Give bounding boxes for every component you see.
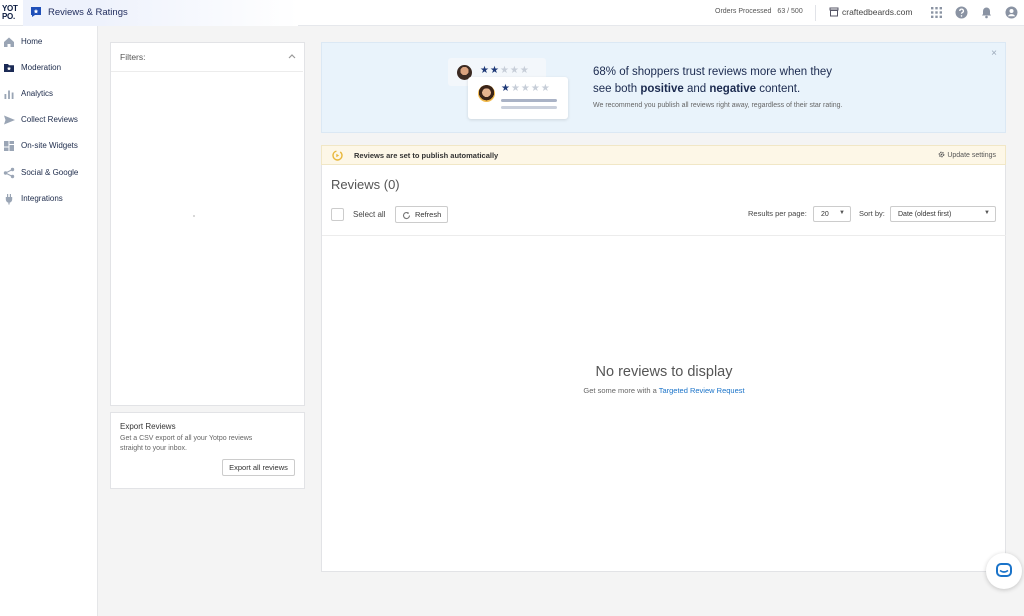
send-icon <box>4 115 15 125</box>
sidebar-item-home[interactable]: Home <box>0 32 98 52</box>
analytics-icon <box>4 90 14 99</box>
help-icon[interactable] <box>955 6 968 19</box>
sidebar-item-analytics[interactable]: Analytics <box>0 84 98 104</box>
orders-processed-value: 63 / 500 <box>777 8 803 15</box>
results-per-page-select[interactable]: 20 ▼ <box>813 206 851 222</box>
filters-panel: Filters: <box>110 42 305 406</box>
auto-publish-icon <box>332 150 343 161</box>
gear-icon <box>938 151 945 158</box>
share-icon <box>3 167 15 179</box>
chevron-up-icon[interactable] <box>288 53 296 59</box>
promo-banner: ★★★★★ ★★★★★ 68% of shoppers trust review… <box>321 42 1006 133</box>
reviewer-avatar <box>478 85 495 102</box>
divider <box>111 71 303 72</box>
app-header-fade <box>98 0 298 26</box>
empty-state-text: Get some more with a <box>583 386 659 395</box>
header-divider <box>815 5 816 21</box>
banner-headline-line2: see both positive and negative content. <box>593 83 800 95</box>
sort-by-label: Sort by: <box>859 209 885 218</box>
sidebar-item-label: Collect Reviews <box>21 115 78 124</box>
banner-text: content. <box>756 83 801 95</box>
banner-emphasis-negative: negative <box>709 83 757 95</box>
banner-recommendation: We recommend you publish all reviews rig… <box>593 102 843 109</box>
targeted-review-request-link[interactable]: Targeted Review Request <box>659 386 745 395</box>
update-settings-label: Update settings <box>947 152 996 159</box>
reviews-panel: Reviews (0) Select all Refresh Results p… <box>321 165 1006 572</box>
sidebar-item-social-google[interactable]: Social & Google <box>0 163 98 183</box>
apps-grid-icon[interactable] <box>930 6 943 19</box>
widgets-icon <box>4 141 14 151</box>
notifications-bell-icon[interactable] <box>980 6 993 19</box>
banner-text: see both <box>593 83 641 95</box>
banner-headline-line1: 68% of shoppers trust reviews more when … <box>593 66 833 78</box>
moderation-icon <box>4 64 14 72</box>
chat-bubble-icon <box>996 563 1012 577</box>
publish-notice-text: Reviews are set to publish automatically <box>354 151 499 160</box>
orders-processed-label: Orders Processed <box>715 8 772 15</box>
export-description: Get a CSV export of all your Yotpo revie… <box>120 435 253 452</box>
text-placeholder-bar <box>501 99 557 102</box>
app-title[interactable]: Reviews & Ratings <box>48 7 128 18</box>
loading-indicator <box>193 215 195 217</box>
refresh-button[interactable]: Refresh <box>395 206 448 223</box>
banner-emphasis-positive: positive <box>640 83 684 95</box>
logo-text-bottom: PO. <box>2 12 15 21</box>
text-placeholder-bar <box>501 106 557 109</box>
reviews-app-icon <box>31 7 41 17</box>
close-icon[interactable]: × <box>991 48 997 59</box>
filters-title: Filters: <box>120 52 146 62</box>
store-selector[interactable]: craftedbeards.com <box>829 7 912 17</box>
empty-state-subtitle: Get some more with a Targeted Review Req… <box>322 386 1006 395</box>
sidebar-item-label: Moderation <box>21 63 62 72</box>
sidebar-item-integrations[interactable]: Integrations <box>0 189 98 209</box>
results-per-page-label: Results per page: <box>748 209 807 218</box>
sidebar-item-moderation[interactable]: Moderation <box>0 58 98 78</box>
reviews-title: Reviews (0) <box>331 177 400 192</box>
update-settings-link[interactable]: Update settings <box>938 151 996 159</box>
sidebar-item-on-site-widgets[interactable]: On-site Widgets <box>0 136 98 156</box>
divider <box>322 235 1006 236</box>
user-avatar-icon[interactable] <box>1005 6 1018 19</box>
sidebar-item-label: Social & Google <box>21 168 79 177</box>
sort-by-value: Date (oldest first) <box>898 211 952 218</box>
store-icon <box>829 7 839 17</box>
caret-down-icon: ▼ <box>839 210 845 216</box>
results-per-page-value: 20 <box>821 211 829 218</box>
review-card-illustration-front: ★★★★★ <box>468 77 568 119</box>
refresh-icon <box>402 211 411 220</box>
caret-down-icon: ▼ <box>984 210 990 216</box>
top-bar: YOT PO. Reviews & Ratings Orders Process… <box>0 0 1024 26</box>
sidebar-item-label: Integrations <box>21 194 63 203</box>
export-all-reviews-button[interactable]: Export all reviews <box>222 459 295 476</box>
banner-text: and <box>683 83 710 95</box>
sort-by-select[interactable]: Date (oldest first) ▼ <box>890 206 996 222</box>
sidebar-item-collect-reviews[interactable]: Collect Reviews <box>0 110 98 130</box>
orders-processed: Orders Processed 63 / 500 <box>715 8 803 15</box>
select-all-checkbox[interactable] <box>331 208 344 221</box>
sidebar-item-label: On-site Widgets <box>21 141 78 150</box>
sidebar-item-label: Home <box>21 37 43 46</box>
plug-icon <box>5 194 13 205</box>
star-rating-2: ★★★★★ <box>480 65 530 76</box>
store-name: craftedbeards.com <box>842 7 913 17</box>
sidebar: Home Moderation Analytics Collect Review… <box>0 26 98 616</box>
yotpo-logo[interactable]: YOT PO. <box>0 0 23 26</box>
sidebar-item-label: Analytics <box>21 89 54 98</box>
chat-launcher-button[interactable] <box>986 553 1022 589</box>
empty-state-title: No reviews to display <box>595 364 733 380</box>
star-rating-1: ★★★★★ <box>501 83 551 94</box>
refresh-label: Refresh <box>415 210 442 219</box>
home-icon <box>4 37 14 47</box>
export-panel: Export Reviews Get a CSV export of all y… <box>110 412 305 489</box>
select-all-label[interactable]: Select all <box>353 210 385 219</box>
export-title: Export Reviews <box>120 422 176 431</box>
publish-notice: Reviews are set to publish automatically… <box>321 145 1006 165</box>
